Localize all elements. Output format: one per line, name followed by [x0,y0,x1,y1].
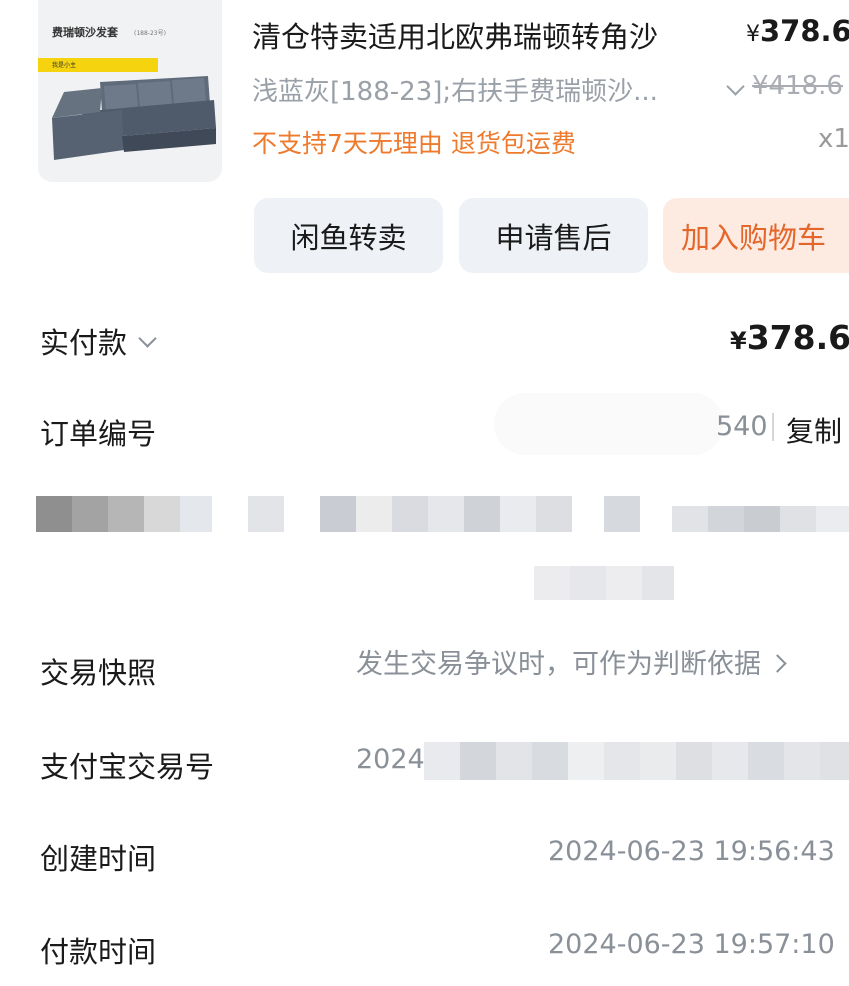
created-time-label: 创建时间 [40,842,157,876]
redaction-mosaic [0,490,849,610]
paid-amount-row[interactable]: 实付款 [40,320,157,362]
paid-amount-value: ¥378.6 [730,318,849,357]
chevron-down-icon [138,329,157,348]
add-to-cart-button[interactable]: 加入购物车 [663,198,849,273]
after-sales-button[interactable]: 申请售后 [459,198,648,273]
variant-label: 浅蓝灰[188-23];右扶手费瑞顿沙... [252,77,658,107]
product-price: ¥378.6 [746,14,849,48]
order-number-tail: 540 [716,411,768,442]
divider [772,413,774,441]
created-time-value: 2024-06-23 19:56:43 [548,836,835,867]
paid-amount-label: 实付款 [40,326,128,360]
snapshot-label: 交易快照 [40,656,157,690]
variant-selector[interactable]: 浅蓝灰[188-23];右扶手费瑞顿沙... [252,71,658,108]
product-thumbnail[interactable]: 费瑞顿沙发套 (188-23号) 我是小主 [38,0,222,182]
order-number-label: 订单编号 [40,417,157,451]
chevron-down-icon[interactable] [726,77,745,96]
sofa-image [52,76,216,160]
snapshot-hint: 发生交易争议时，可作为判断依据 [356,649,761,680]
chevron-right-icon [768,654,787,673]
original-price: ¥418.6 [752,71,843,101]
copy-button[interactable]: 复制 [786,410,842,450]
product-title[interactable]: 清仓特卖适用北欧弗瑞顿转角沙 [252,14,658,56]
quantity: x1 [818,124,849,154]
payment-time-label: 付款时间 [40,935,157,969]
return-policy: 不支持7天无理由 退货包运费 [252,129,576,158]
snapshot-link[interactable]: 发生交易争议时，可作为判断依据 [356,642,787,681]
resell-button[interactable]: 闲鱼转卖 [254,198,443,273]
redaction-blur [494,393,724,455]
alipay-trade-prefix: 2024 [356,744,425,775]
alipay-trade-label: 支付宝交易号 [40,750,215,784]
redaction-mosaic [424,742,849,782]
payment-time-value: 2024-06-23 19:57:10 [548,929,835,960]
